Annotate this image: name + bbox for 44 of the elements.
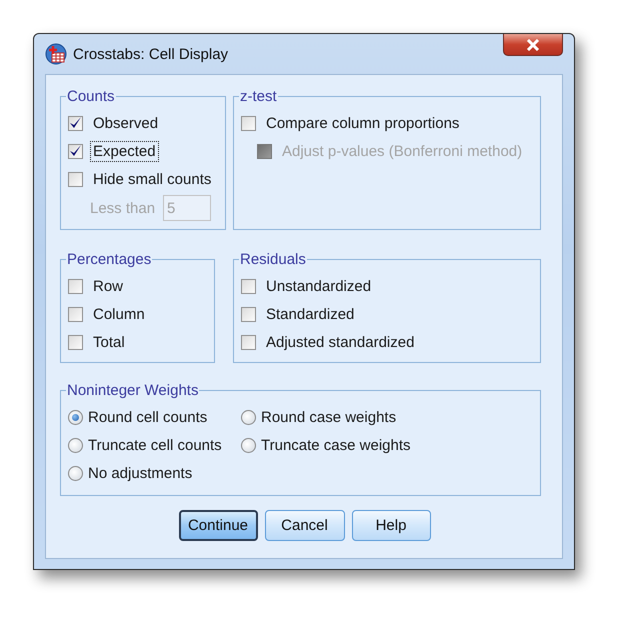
checkbox[interactable] (68, 172, 83, 186)
checkbox[interactable] (241, 278, 256, 294)
group-title: Noninteger Weights (66, 382, 200, 399)
checkbox[interactable] (241, 306, 256, 322)
checkbox-label: Unstandardized (265, 276, 372, 296)
radio-label: Round cell counts (88, 408, 208, 426)
checkbox[interactable] (68, 144, 83, 158)
radio-label: Truncate cell counts (88, 436, 222, 454)
group-title: Percentages (66, 251, 152, 268)
group-title: z-test (239, 88, 278, 105)
dialog-button[interactable]: Continue (178, 510, 258, 541)
close-button[interactable] (503, 34, 563, 56)
radio-label: No adjustments (88, 464, 192, 482)
table-icon (45, 43, 67, 65)
close-icon (526, 38, 540, 50)
checkbox[interactable] (68, 278, 83, 294)
checkbox-label: Column (92, 304, 146, 324)
checkbox-label: Observed (92, 114, 160, 134)
checkbox-label: Standardized (265, 304, 356, 324)
checkbox-label: Hide small counts (92, 170, 212, 190)
radio-label: Truncate case weights (261, 436, 411, 454)
checkbox[interactable] (68, 334, 83, 350)
group-title: Residuals (239, 251, 307, 268)
checkbox-label: Expected (90, 140, 159, 162)
dialog-button[interactable]: Cancel (264, 510, 344, 541)
checkbox[interactable] (68, 116, 83, 130)
radio-button[interactable] (68, 410, 83, 424)
checkbox-label: Row (92, 276, 124, 296)
group-title: Counts (66, 88, 116, 105)
checkbox-label: Adjusted standardized (265, 332, 416, 352)
checkbox[interactable] (241, 334, 256, 350)
dialog-button[interactable]: Help (352, 510, 430, 541)
radio-button[interactable] (241, 438, 256, 452)
checkbox[interactable] (241, 116, 256, 130)
radio-button[interactable] (68, 438, 83, 452)
checkbox-label: Total (92, 332, 126, 352)
window-title: Crosstabs: Cell Display (73, 46, 228, 62)
radio-button[interactable] (241, 410, 256, 424)
checkbox-label: Adjust p-values (Bonferroni method) (281, 142, 524, 162)
radio-label: Round case weights (261, 408, 396, 426)
field-label: Less than (90, 200, 156, 216)
radio-button[interactable] (68, 466, 83, 480)
checkbox[interactable] (68, 306, 83, 322)
checkbox-label: Compare column proportions (265, 114, 460, 134)
